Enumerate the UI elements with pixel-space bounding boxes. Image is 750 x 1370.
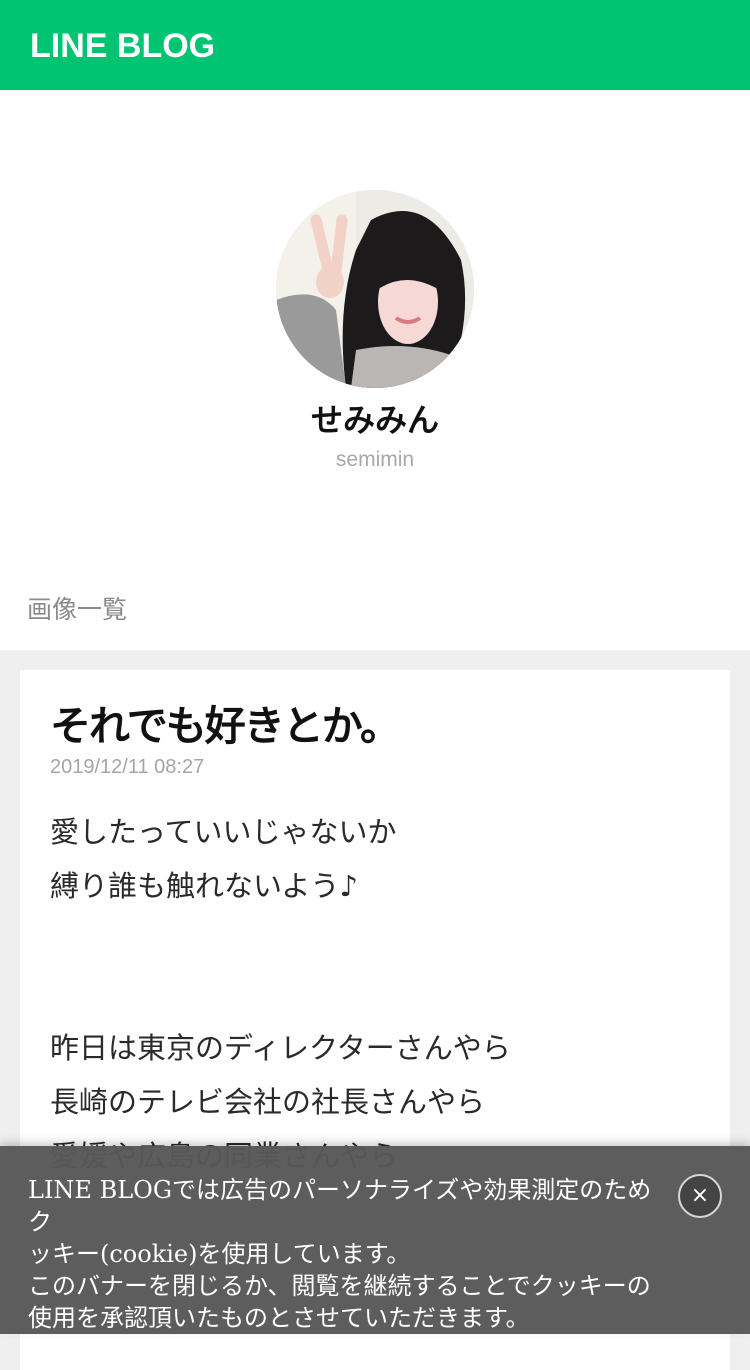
post-body-line: 縛り誰も触れないよう♪	[50, 869, 358, 903]
cookie-notice-line: 使用を承認頂いたものとさせていただきます。	[28, 1304, 530, 1332]
close-banner-button[interactable]: ×	[678, 1174, 722, 1218]
post-body-line: 長崎のテレビ会社の社長さんやら	[50, 1085, 486, 1119]
post-body-line: 昨日は東京のディレクターさんやら	[50, 1031, 511, 1065]
cookie-notice-text: LINE BLOGでは広告のパーソナライズや効果測定のためク ッキー(cooki…	[28, 1174, 668, 1334]
cookie-notice-line: このバナーを閉じるか、閲覧を継続することでクッキーの	[28, 1272, 651, 1300]
post-body-line: 愛したっていいじゃないか	[50, 815, 397, 849]
image-list-link[interactable]: 画像一覧	[27, 593, 127, 627]
post-date: 2019/12/11 08:27	[50, 756, 205, 778]
cookie-banner: LINE BLOGでは広告のパーソナライズや効果測定のためク ッキー(cooki…	[0, 1146, 750, 1334]
blogger-name[interactable]: せみみん	[0, 400, 750, 440]
avatar-image	[276, 190, 474, 388]
post-title[interactable]: それでも好きとか。	[50, 700, 710, 752]
profile-section: せみみん semimin 画像一覧	[0, 90, 750, 650]
avatar[interactable]	[276, 190, 474, 388]
app-header: LINE BLOG	[0, 0, 750, 90]
close-icon: ×	[690, 1183, 710, 1208]
blogger-handle: semimin	[335, 448, 415, 471]
cookie-notice-line: ッキー(cookie)を使用しています。	[28, 1240, 411, 1268]
line-blog-logo[interactable]: LINE BLOG	[30, 24, 215, 68]
cookie-notice-line: LINE BLOGでは広告のパーソナライズや効果測定のためク	[28, 1176, 652, 1236]
